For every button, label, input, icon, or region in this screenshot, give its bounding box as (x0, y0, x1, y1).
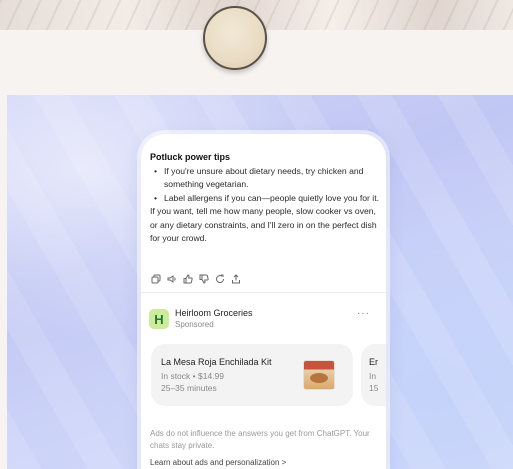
response-heading: Potluck power tips (150, 152, 231, 162)
product-card[interactable]: La Mesa Roja Enchilada Kit In stock • $1… (151, 344, 353, 406)
more-options-icon[interactable]: ··· (357, 308, 370, 319)
response-actions (151, 274, 241, 284)
product-title: La Mesa Roja Enchilada Kit (161, 357, 272, 367)
product-card[interactable]: Er In 15 (361, 344, 386, 406)
learn-about-ads-link[interactable]: Learn about ads and personalization > (150, 458, 286, 467)
product-title: Er (369, 357, 378, 367)
brand-logo-letter: H (154, 311, 164, 327)
sponsored-label: Sponsored (175, 320, 214, 329)
tip-text: If you're unsure about dietary needs, tr… (164, 165, 364, 190)
share-icon[interactable] (231, 274, 241, 284)
tip-bullet: • If you're unsure about dietary needs, … (150, 165, 380, 192)
product-delivery-time: 25–35 minutes (161, 383, 217, 393)
regenerate-icon[interactable] (215, 274, 225, 284)
ceramic-dish (203, 6, 267, 70)
ad-sponsor-header[interactable]: H Heirloom Groceries Sponsored (149, 308, 253, 330)
speaker-icon[interactable] (167, 274, 177, 284)
brand-name: Heirloom Groceries (175, 308, 253, 318)
bullet-marker: • (154, 165, 158, 176)
thumbs-up-icon[interactable] (183, 274, 193, 284)
bullet-marker: • (154, 192, 158, 203)
product-stock-price: In (369, 371, 377, 381)
product-stock-price: In stock • $14.99 (161, 371, 224, 381)
product-image (303, 360, 335, 390)
product-delivery-time: 15 (369, 383, 379, 393)
brand-logo: H (149, 309, 169, 329)
ads-disclaimer: Ads do not influence the answers you get… (150, 429, 370, 450)
phone-screen: Potluck power tips • If you're unsure ab… (141, 134, 386, 469)
followup-paragraph: If you want, tell me how many people, sl… (150, 206, 377, 243)
thumbs-down-icon[interactable] (199, 274, 209, 284)
copy-icon[interactable] (151, 274, 161, 284)
tip-text: Label allergens if you can—people quietl… (164, 192, 379, 203)
divider (141, 292, 386, 293)
tip-bullet: • Label allergens if you can—people quie… (150, 192, 380, 206)
chat-response: Potluck power tips • If you're unsure ab… (150, 151, 380, 246)
